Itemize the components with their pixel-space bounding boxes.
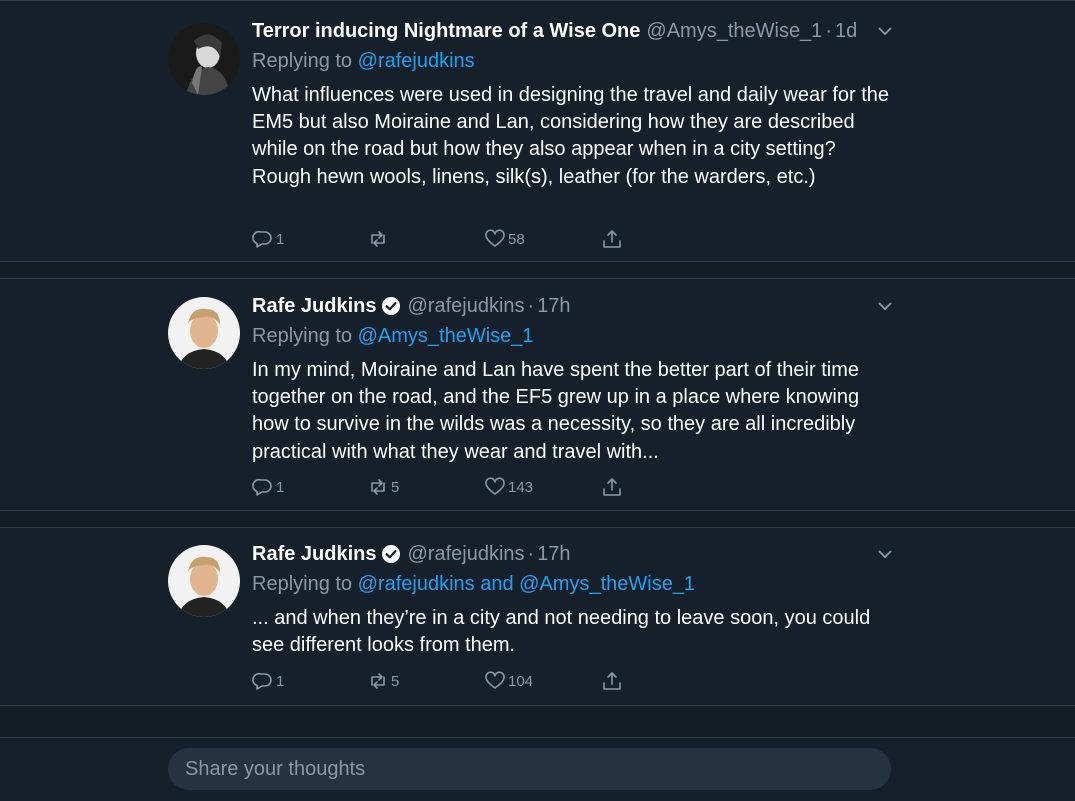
- retweet-button[interactable]: 5: [367, 669, 399, 693]
- tweet[interactable]: Terror inducing Nightmare of a Wise One …: [0, 0, 1075, 262]
- chevron-down-icon[interactable]: [875, 21, 895, 41]
- reply-icon: [252, 478, 272, 496]
- retweet-icon: [371, 673, 385, 689]
- replying-to-label: Replying to: [252, 325, 358, 347]
- reply-count: 1: [276, 230, 285, 248]
- author-name[interactable]: Rafe Judkins: [252, 541, 376, 567]
- author-handle[interactable]: @rafejudkins: [407, 541, 524, 567]
- tweet-text: ... and when they’re in a city and not n…: [252, 607, 871, 657]
- separator-dot: ·: [825, 20, 832, 42]
- author-handle[interactable]: @Amys_theWise_1: [646, 18, 822, 44]
- share-icon: [603, 672, 621, 690]
- like-count: 58: [508, 230, 525, 248]
- reply-composer[interactable]: [168, 748, 891, 790]
- tweet[interactable]: Rafe Judkins @rafejudkins · 17h Replying…: [0, 527, 1075, 706]
- reply-count: 1: [276, 672, 285, 690]
- reply-button[interactable]: 1: [252, 669, 284, 693]
- timestamp[interactable]: 17h: [537, 293, 570, 319]
- chevron-down-icon[interactable]: [875, 296, 895, 316]
- mention-link[interactable]: @Amys_theWise_1: [358, 325, 534, 347]
- heart-icon: [485, 229, 505, 247]
- reply-count: 1: [276, 478, 285, 496]
- chevron-down-icon[interactable]: [875, 544, 895, 564]
- like-count: 143: [508, 478, 534, 496]
- like-button[interactable]: 143: [484, 475, 533, 499]
- retweet-count: 5: [391, 478, 400, 496]
- mention-link[interactable]: @rafejudkins: [358, 50, 475, 72]
- separator-dot: ·: [527, 295, 535, 317]
- share-thoughts-input[interactable]: [183, 756, 867, 782]
- author-name[interactable]: Terror inducing Nightmare of a Wise One: [252, 18, 640, 44]
- verified-badge-icon: [382, 297, 401, 315]
- timestamp[interactable]: 17h: [537, 541, 570, 567]
- avatar[interactable]: [168, 23, 240, 95]
- reply-button[interactable]: 1: [252, 475, 284, 499]
- share-button[interactable]: [601, 669, 623, 693]
- like-button[interactable]: 58: [484, 227, 525, 251]
- verified-badge-icon: [382, 545, 401, 563]
- timestamp[interactable]: 1d: [835, 18, 857, 44]
- retweet-button[interactable]: 5: [367, 475, 399, 499]
- tweet-actions: 1 58: [252, 227, 652, 251]
- reply-icon: [252, 672, 272, 690]
- retweet-button[interactable]: [367, 227, 391, 251]
- retweet-count: 5: [391, 672, 400, 690]
- tweet[interactable]: Rafe Judkins @rafejudkins · 17h Replying…: [0, 278, 1075, 511]
- replying-to-label: Replying to: [252, 573, 358, 595]
- tweet-actions: 1 5 143: [252, 475, 652, 499]
- like-count: 104: [508, 672, 534, 690]
- share-icon: [603, 230, 621, 248]
- heart-icon: [485, 477, 505, 495]
- like-button[interactable]: 104: [484, 669, 533, 693]
- replying-to: Replying to @rafejudkins: [252, 48, 475, 74]
- share-icon: [603, 478, 621, 496]
- replying-to: Replying to @rafejudkins and @Amys_theWi…: [252, 571, 695, 597]
- author-name[interactable]: Rafe Judkins: [252, 293, 376, 319]
- reply-button[interactable]: 1: [252, 227, 284, 251]
- tweet-text: In my mind, Moiraine and Lan have spent …: [252, 359, 860, 463]
- reply-icon: [252, 230, 272, 248]
- mention-link[interactable]: @Amys_theWise_1: [519, 573, 695, 595]
- retweet-icon: [371, 479, 385, 495]
- replying-to: Replying to @Amys_theWise_1: [252, 323, 534, 349]
- replying-to-label: Replying to: [252, 50, 358, 72]
- share-button[interactable]: [601, 475, 623, 499]
- mention-link[interactable]: @rafejudkins: [358, 573, 475, 595]
- retweet-icon: [371, 231, 385, 247]
- avatar[interactable]: [168, 545, 240, 617]
- author-handle[interactable]: @rafejudkins: [407, 293, 524, 319]
- tweet-text: What influences were used in designing t…: [252, 84, 890, 188]
- share-button[interactable]: [601, 227, 623, 251]
- avatar[interactable]: [168, 297, 240, 369]
- heart-icon: [485, 671, 505, 689]
- tweet-actions: 1 5 104: [252, 669, 652, 693]
- separator-dot: ·: [527, 543, 535, 565]
- mention-conjunction[interactable]: and: [475, 573, 519, 595]
